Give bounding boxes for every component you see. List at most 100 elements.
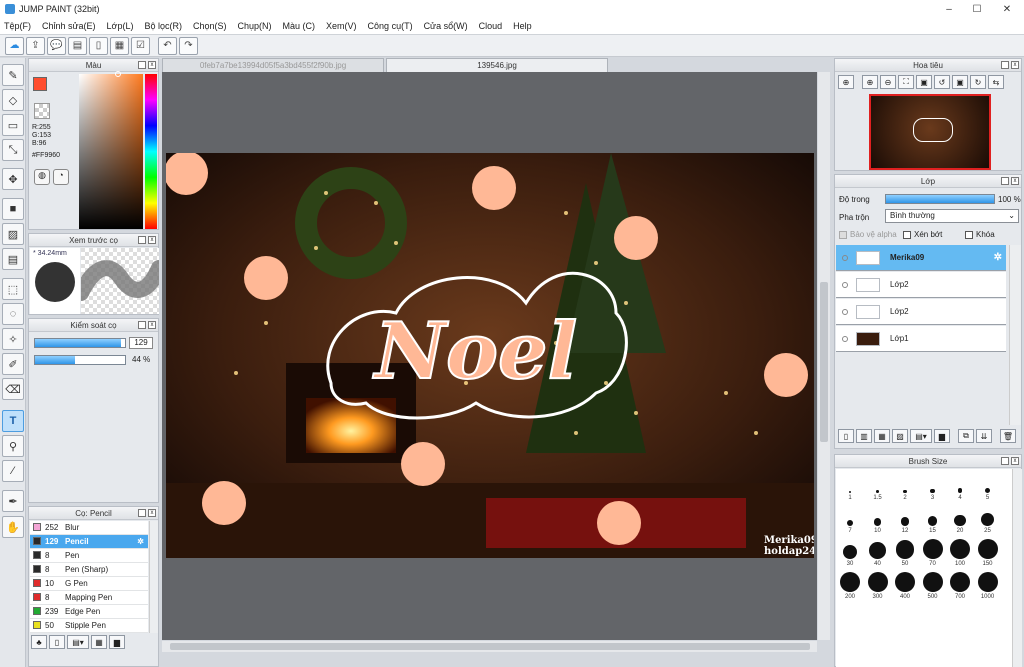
pages-icon[interactable]: ▦ xyxy=(110,36,129,55)
blend-mode-select[interactable]: Bình thường ⌄ xyxy=(885,209,1019,223)
brush-size-option[interactable]: 3 xyxy=(920,473,946,501)
menu-tools[interactable]: Công cụ(T) xyxy=(368,21,413,31)
tab-document-1[interactable]: 0feb7a7be13994d05f5a3bd455f2f90b.jpg xyxy=(162,58,384,72)
brush-size-input[interactable]: 129 xyxy=(129,337,153,349)
brush-settings-icon[interactable]: ▦ xyxy=(91,635,107,649)
panel-float-icon[interactable] xyxy=(1001,457,1009,465)
new-8bit-layer-icon[interactable]: ▨ xyxy=(892,429,908,443)
brush-size-option[interactable]: 25 xyxy=(975,506,1001,534)
protect-alpha-checkbox[interactable] xyxy=(839,230,847,239)
brush-size-option[interactable]: 40 xyxy=(865,539,891,567)
menu-help[interactable]: Help xyxy=(513,21,532,31)
brush-item-mapping-pen[interactable]: 8 Mapping Pen xyxy=(30,591,148,605)
layer-folder-icon[interactable]: ▆ xyxy=(934,429,950,443)
magic-wand-tool-icon[interactable]: ✧ xyxy=(2,328,24,350)
zoom-in-2-icon[interactable]: ⊕ xyxy=(862,75,878,89)
brush-size-option[interactable]: 100 xyxy=(947,539,973,567)
brush-size-option[interactable]: 2 xyxy=(892,473,918,501)
maximize-button[interactable]: ☐ xyxy=(962,0,992,18)
menu-view[interactable]: Xem(V) xyxy=(326,21,357,31)
comment-icon[interactable]: ▤ xyxy=(68,36,87,55)
settings-gear-icon[interactable]: ✲ xyxy=(137,537,144,546)
brush-size-option[interactable]: 1.5 xyxy=(865,473,891,501)
close-button[interactable]: ✕ xyxy=(992,0,1022,18)
saturation-brightness-picker[interactable] xyxy=(79,74,143,229)
panel-close-icon[interactable]: x xyxy=(1011,61,1019,69)
panel-close-icon[interactable]: x xyxy=(1011,177,1019,185)
eraser-tool-icon[interactable]: ◇ xyxy=(2,89,24,111)
panel-close-icon[interactable]: x xyxy=(148,61,156,69)
rotate-right-icon[interactable]: ↻ xyxy=(970,75,986,89)
line-tool-icon[interactable]: ⁄ xyxy=(2,460,24,482)
hand-tool-icon[interactable]: ✋ xyxy=(2,516,24,538)
select-eraser-tool-icon[interactable]: ⌫ xyxy=(2,378,24,400)
undo-icon[interactable]: ↶ xyxy=(158,36,177,55)
fit-screen-icon[interactable]: ⛶ xyxy=(898,75,914,89)
panel-close-icon[interactable]: x xyxy=(1011,457,1019,465)
brush-menu-icon[interactable]: ▤▾ xyxy=(67,635,89,649)
clip-checkbox[interactable] xyxy=(903,230,911,239)
export-icon[interactable]: ⇪ xyxy=(26,36,45,55)
brush-opacity-slider[interactable] xyxy=(34,355,126,365)
brush-size-option[interactable]: 5 xyxy=(975,473,1001,501)
canvas-image[interactable]: Noel Merika09 holdap247 xyxy=(166,153,814,558)
panel-float-icon[interactable] xyxy=(1001,61,1009,69)
panel-close-icon[interactable]: x xyxy=(148,236,156,244)
primary-color-swatch[interactable] xyxy=(33,77,47,91)
layer-visibility-icon[interactable] xyxy=(842,308,848,315)
brush-item-edge-pen[interactable]: 239 Edge Pen xyxy=(30,605,148,619)
panel-float-icon[interactable] xyxy=(1001,177,1009,185)
brush-size-option[interactable]: 70 xyxy=(920,539,946,567)
rotate-left-icon[interactable]: ↺ xyxy=(934,75,950,89)
fill-rect-tool-icon[interactable]: ■ xyxy=(2,198,24,220)
layer-visibility-icon[interactable] xyxy=(842,254,848,261)
brush-size-option[interactable]: 500 xyxy=(920,572,946,600)
layer-list-scrollbar[interactable] xyxy=(1009,245,1021,425)
panel-float-icon[interactable] xyxy=(138,321,146,329)
layer-row[interactable]: Merika09 ✲ xyxy=(836,245,1006,271)
transparent-color-swatch[interactable] xyxy=(34,103,50,119)
lasso-tool-icon[interactable]: ◌ xyxy=(2,303,24,325)
redo-icon[interactable]: ↷ xyxy=(179,36,198,55)
color-wheel-icon[interactable]: ◍ xyxy=(34,169,50,185)
brush-size-option[interactable]: 30 xyxy=(837,539,863,567)
menu-select[interactable]: Chọn(S) xyxy=(193,21,227,31)
menu-color[interactable]: Màu (C) xyxy=(283,21,316,31)
menu-filter[interactable]: Bộ lọc(R) xyxy=(144,21,182,31)
bubble-icon[interactable]: 💬 xyxy=(47,36,66,55)
layer-row[interactable]: Lớp1 xyxy=(836,326,1006,352)
brush-folder-icon[interactable]: ▆ xyxy=(109,635,125,649)
actual-size-icon[interactable]: ▣ xyxy=(916,75,932,89)
menu-edit[interactable]: Chỉnh sửa(E) xyxy=(42,21,96,31)
vertical-scroll-thumb[interactable] xyxy=(820,282,828,442)
panel-float-icon[interactable] xyxy=(138,509,146,517)
brush-tool-icon[interactable]: ✎ xyxy=(2,64,24,86)
panel-close-icon[interactable]: x xyxy=(148,321,156,329)
cloud-icon[interactable]: ☁ xyxy=(5,36,24,55)
new-halftone-layer-icon[interactable]: ▦ xyxy=(874,429,890,443)
move-tool-icon[interactable]: ✥ xyxy=(2,168,24,190)
layer-menu-icon[interactable]: ▤▾ xyxy=(910,429,932,443)
duplicate-layer-icon[interactable]: ⧉ xyxy=(958,429,974,443)
clip-option[interactable]: Xén bớt xyxy=(903,230,942,239)
brush-size-scrollbar[interactable] xyxy=(1012,469,1022,667)
eyedropper-tool-icon[interactable]: ✒ xyxy=(2,490,24,512)
layer-visibility-icon[interactable] xyxy=(842,281,848,288)
hue-slider[interactable] xyxy=(145,74,157,229)
lock-checkbox[interactable] xyxy=(965,230,973,239)
layer-settings-icon[interactable]: ✲ xyxy=(994,252,1002,263)
shape-tool-icon[interactable]: ⚲ xyxy=(2,435,24,457)
brush-size-slider[interactable] xyxy=(34,338,126,348)
brush-size-option[interactable]: 20 xyxy=(947,506,973,534)
brush-size-option[interactable]: 1 xyxy=(837,473,863,501)
brush-size-option[interactable]: 12 xyxy=(892,506,918,534)
brush-size-option[interactable]: 7 xyxy=(837,506,863,534)
menu-file[interactable]: Tệp(F) xyxy=(4,21,31,31)
brush-list-scrollbar[interactable] xyxy=(149,521,158,633)
menu-capture[interactable]: Chụp(N) xyxy=(238,21,272,31)
rect-select-tool-icon[interactable]: ⬚ xyxy=(2,278,24,300)
new-raster-layer-icon[interactable]: ▥ xyxy=(856,429,872,443)
flip-icon[interactable]: ⇆ xyxy=(988,75,1004,89)
horizontal-scrollbar[interactable] xyxy=(162,641,817,652)
layer-row[interactable]: Lớp2 xyxy=(836,299,1006,325)
